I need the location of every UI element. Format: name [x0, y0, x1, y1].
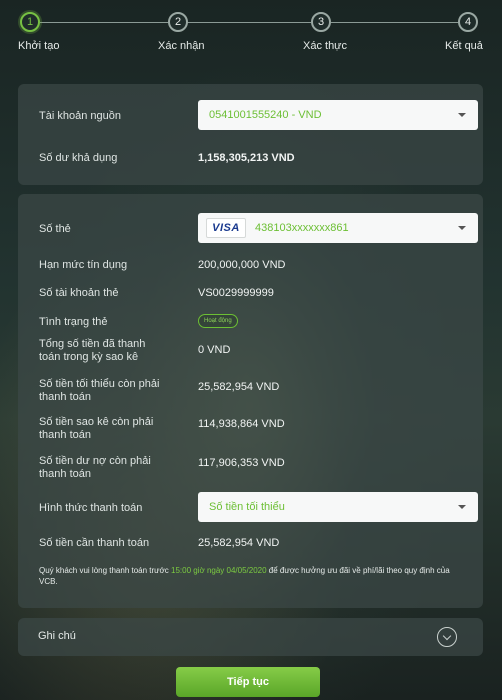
note-deadline: 15:00 giờ ngày 04/05/2020	[171, 566, 267, 575]
payment-deadline-note: Quý khách vui lòng thanh toán trước 15:0…	[39, 565, 463, 587]
notes-panel[interactable]: Ghi chú	[18, 618, 483, 656]
payment-method-value: Số tiền tối thiểu	[209, 501, 285, 513]
paid-amount-value: 0 VND	[198, 344, 231, 356]
debt-due-label: Số tiền dư nợ còn phải thanh toán	[39, 455, 151, 480]
card-account-label: Số tài khoản thẻ	[39, 287, 119, 299]
min-due-value: 25,582,954 VND	[198, 381, 280, 393]
step-3-circle: 3	[311, 12, 331, 32]
step-4-circle: 4	[458, 12, 478, 32]
payment-form-page: 1 2 3 4 Khởi tạo Xác nhận Xác thực Kết q…	[0, 0, 502, 700]
step-2-circle: 2	[168, 12, 188, 32]
payment-amount-label: Số tiền cần thanh toán	[39, 537, 150, 549]
payment-method-label: Hình thức thanh toán	[39, 502, 143, 514]
step-connector	[187, 22, 311, 23]
step-3-label: Xác thực	[303, 40, 348, 52]
visa-logo-icon: VISA	[206, 218, 246, 238]
caret-down-icon	[458, 113, 466, 117]
source-account-label: Tài khoản nguồn	[39, 110, 121, 122]
card-status-label: Tình trạng thẻ	[39, 316, 108, 328]
card-select[interactable]: VISA 438103xxxxxxx861	[198, 213, 478, 243]
chevron-down-icon[interactable]	[437, 627, 457, 647]
caret-down-icon	[458, 226, 466, 230]
card-details-panel: Số thẻ VISA 438103xxxxxxx861 Hạn mức tín…	[18, 194, 483, 608]
card-account-value: VS0029999999	[198, 287, 274, 299]
statement-due-label: Số tiền sao kê còn phải thanh toán	[39, 416, 154, 441]
debt-due-value: 117,906,353 VND	[198, 457, 285, 469]
progress-stepper: 1 2 3 4 Khởi tạo Xác nhận Xác thực Kết q…	[0, 0, 502, 60]
credit-limit-label: Hạn mức tín dụng	[39, 259, 128, 271]
balance-label: Số dư khả dụng	[39, 152, 118, 164]
continue-button[interactable]: Tiếp tục	[176, 667, 320, 697]
source-account-value: 0541001555240 - VND	[209, 109, 322, 121]
step-connector	[40, 22, 169, 23]
min-due-label: Số tiền tối thiểu còn phải thanh toán	[39, 378, 160, 403]
step-connector	[331, 22, 459, 23]
step-4-label: Kết quả	[445, 40, 483, 52]
paid-amount-label: Tổng số tiền đã thanh toán trong kỳ sao …	[39, 338, 146, 363]
balance-value: 1,158,305,213 VND	[198, 152, 295, 164]
card-number-label: Số thẻ	[39, 223, 71, 235]
caret-down-icon	[458, 505, 466, 509]
step-2-label: Xác nhận	[158, 40, 205, 52]
card-number-value: 438103xxxxxxx861	[255, 222, 349, 234]
credit-limit-value: 200,000,000 VND	[198, 259, 286, 271]
note-prefix: Quý khách vui lòng thanh toán trước	[39, 566, 172, 575]
payment-amount-value: 25,582,954 VND	[198, 537, 280, 549]
status-badge: Hoạt động	[198, 314, 238, 328]
payment-method-select[interactable]: Số tiền tối thiểu	[198, 492, 478, 522]
notes-label: Ghi chú	[38, 630, 76, 642]
source-account-select[interactable]: 0541001555240 - VND	[198, 100, 478, 130]
statement-due-value: 114,938,864 VND	[198, 418, 285, 430]
source-account-panel: Tài khoản nguồn 0541001555240 - VND Số d…	[18, 84, 483, 185]
step-1-circle: 1	[20, 12, 40, 32]
step-1-label: Khởi tạo	[18, 40, 60, 52]
